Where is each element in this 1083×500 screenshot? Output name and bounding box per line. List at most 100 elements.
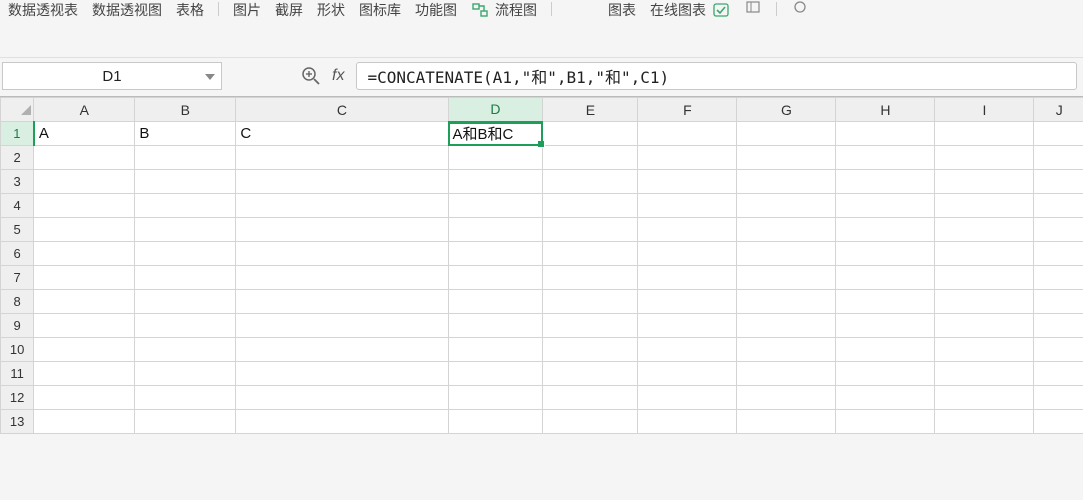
cell[interactable] — [638, 266, 737, 290]
ribbon-table[interactable]: 表格 — [176, 0, 204, 18]
name-box[interactable]: D1 — [2, 62, 222, 90]
cell[interactable] — [638, 290, 737, 314]
cell[interactable] — [34, 290, 135, 314]
cell[interactable] — [737, 314, 836, 338]
cell[interactable] — [836, 410, 935, 434]
toolbar-icon-2[interactable] — [791, 0, 809, 14]
cell[interactable] — [737, 266, 836, 290]
cell[interactable] — [448, 266, 543, 290]
cell[interactable] — [737, 386, 836, 410]
cell[interactable] — [34, 218, 135, 242]
cell-I1[interactable] — [935, 122, 1034, 146]
cell[interactable] — [236, 290, 448, 314]
cell[interactable] — [737, 194, 836, 218]
cell[interactable] — [737, 170, 836, 194]
cell[interactable] — [135, 290, 236, 314]
row-header-1[interactable]: 1 — [1, 122, 34, 146]
cell[interactable] — [236, 314, 448, 338]
ribbon-chart[interactable]: 图表 — [608, 0, 636, 18]
cell[interactable] — [236, 386, 448, 410]
cell[interactable] — [448, 314, 543, 338]
toolbar-icon-1[interactable] — [744, 0, 762, 14]
row-header-2[interactable]: 2 — [1, 146, 34, 170]
cell[interactable] — [935, 386, 1034, 410]
select-all-corner[interactable] — [1, 98, 34, 122]
cell[interactable] — [1034, 290, 1083, 314]
cell[interactable] — [448, 194, 543, 218]
cell[interactable] — [135, 410, 236, 434]
row-header-3[interactable]: 3 — [1, 170, 34, 194]
row-header-5[interactable]: 5 — [1, 218, 34, 242]
cell[interactable] — [543, 362, 638, 386]
col-header-D[interactable]: D — [448, 98, 543, 122]
formula-input[interactable]: =CONCATENATE(A1,"和",B1,"和",C1) — [356, 62, 1077, 90]
cell[interactable] — [737, 338, 836, 362]
cell[interactable] — [836, 242, 935, 266]
cell[interactable] — [543, 338, 638, 362]
cell[interactable] — [34, 362, 135, 386]
cell[interactable] — [836, 146, 935, 170]
cell[interactable] — [1034, 362, 1083, 386]
ribbon-flowchart-group[interactable]: 流程图 — [471, 0, 537, 18]
cell[interactable] — [543, 290, 638, 314]
row-header-13[interactable]: 13 — [1, 410, 34, 434]
cell[interactable] — [638, 386, 737, 410]
cell[interactable] — [236, 338, 448, 362]
cell[interactable] — [836, 170, 935, 194]
cell[interactable] — [1034, 338, 1083, 362]
col-header-I[interactable]: I — [935, 98, 1034, 122]
cell[interactable] — [836, 290, 935, 314]
cell[interactable] — [543, 386, 638, 410]
row-header-9[interactable]: 9 — [1, 314, 34, 338]
cell[interactable] — [543, 170, 638, 194]
cell[interactable] — [448, 386, 543, 410]
row-header-10[interactable]: 10 — [1, 338, 34, 362]
cell[interactable] — [737, 146, 836, 170]
cell[interactable] — [935, 314, 1034, 338]
cell[interactable] — [448, 218, 543, 242]
cell[interactable] — [236, 410, 448, 434]
cell[interactable] — [836, 362, 935, 386]
cell[interactable] — [935, 146, 1034, 170]
row-header-11[interactable]: 11 — [1, 362, 34, 386]
col-header-E[interactable]: E — [543, 98, 638, 122]
cell[interactable] — [135, 218, 236, 242]
cell[interactable] — [638, 170, 737, 194]
cell[interactable] — [935, 218, 1034, 242]
cell[interactable] — [836, 386, 935, 410]
cell[interactable] — [135, 170, 236, 194]
cell[interactable] — [935, 170, 1034, 194]
cell[interactable] — [1034, 314, 1083, 338]
cell[interactable] — [34, 410, 135, 434]
cell[interactable] — [34, 266, 135, 290]
row-header-8[interactable]: 8 — [1, 290, 34, 314]
cell[interactable] — [935, 410, 1034, 434]
cell[interactable] — [638, 410, 737, 434]
cell[interactable] — [34, 338, 135, 362]
cell[interactable] — [737, 290, 836, 314]
cell[interactable] — [1034, 146, 1083, 170]
cell[interactable] — [737, 410, 836, 434]
col-header-G[interactable]: G — [737, 98, 836, 122]
cell[interactable] — [737, 242, 836, 266]
col-header-J[interactable]: J — [1034, 98, 1083, 122]
cell[interactable] — [448, 146, 543, 170]
cell[interactable] — [1034, 194, 1083, 218]
cell[interactable] — [1034, 410, 1083, 434]
sheet-grid[interactable]: A B C D E F G H I J 1 A B C — [0, 97, 1083, 434]
cell[interactable] — [543, 194, 638, 218]
cell[interactable] — [135, 314, 236, 338]
row-header-4[interactable]: 4 — [1, 194, 34, 218]
col-header-B[interactable]: B — [135, 98, 236, 122]
col-header-A[interactable]: A — [34, 98, 135, 122]
cell[interactable] — [836, 338, 935, 362]
zoom-icon[interactable] — [298, 63, 324, 89]
ribbon-smartart[interactable]: 功能图 — [415, 0, 457, 18]
fx-icon[interactable]: fx — [332, 67, 348, 85]
cell[interactable] — [836, 194, 935, 218]
cell[interactable] — [836, 218, 935, 242]
col-header-H[interactable]: H — [836, 98, 935, 122]
dropdown-arrow-icon[interactable] — [205, 69, 215, 83]
cell[interactable] — [448, 242, 543, 266]
cell-C1[interactable]: C — [236, 122, 448, 146]
